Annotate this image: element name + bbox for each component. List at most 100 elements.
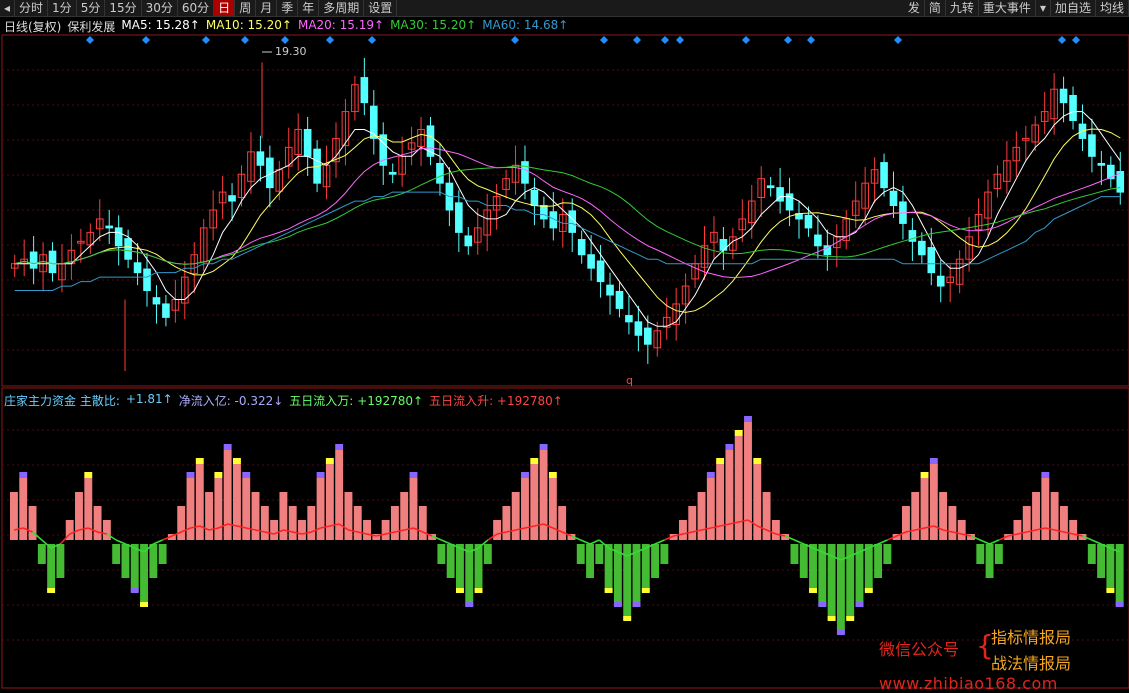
candle-body-33: [322, 164, 331, 188]
tab-period-0[interactable]: 分时: [15, 0, 49, 16]
flow-bar-51: [483, 544, 492, 564]
flow-bar-13: [130, 544, 139, 592]
candle-body-115: [1097, 162, 1106, 166]
flow-bar-110: [1032, 492, 1040, 540]
flow-bar-cap-91: [855, 602, 864, 607]
flow-line-seg-13: [125, 543, 136, 549]
flow-line-seg-18: [171, 531, 182, 537]
signal-diamond-2: [202, 36, 210, 44]
candle-body-48: [464, 235, 473, 247]
flow-bar-57: [539, 450, 548, 540]
flow-bar-cap-86: [809, 588, 817, 593]
flow-line-seg-50: [468, 547, 479, 553]
watermark-line2: 战法情报局: [991, 654, 1072, 673]
candle-body-25: [247, 151, 255, 182]
toolbar-right-button-6[interactable]: 均线: [1096, 0, 1129, 16]
toolbar-right-button-2[interactable]: 九转: [946, 0, 979, 16]
tab-period-4[interactable]: 30分: [142, 0, 178, 16]
flow-bar-56: [530, 464, 539, 540]
tab-period-12[interactable]: 设置: [364, 0, 398, 16]
tab-period-5[interactable]: 60分: [178, 0, 215, 16]
candle-body-15: [152, 297, 161, 305]
flow-bar-48: [456, 544, 464, 592]
flow-bar-cap-65: [613, 602, 622, 607]
flow-bar-cap-8: [84, 472, 93, 478]
candle-body-1: [20, 258, 28, 265]
flow-bar-50: [474, 544, 483, 592]
tab-period-2[interactable]: 5分: [77, 0, 106, 16]
flow-line-seg-49: [459, 547, 470, 553]
flow-bar-105: [985, 544, 994, 578]
flow-bar-22: [214, 478, 223, 540]
flow-bar-108: [1013, 520, 1022, 540]
candle-body-43: [417, 128, 425, 147]
toolbar-right-button-5[interactable]: 加自选: [1051, 0, 1096, 16]
flow-bar-cap-19: [186, 472, 195, 478]
tab-period-11[interactable]: 多周期: [319, 0, 365, 16]
candle-body-71: [681, 285, 690, 305]
toolbar-right-button-4[interactable]: ▾: [1036, 0, 1051, 16]
ma5-line: [14, 111, 1121, 327]
flow-line-seg-53: [496, 531, 507, 535]
period-tabs: 分时 1分 5分 15分 30分 60分日周月季年多周期 设置: [15, 0, 398, 16]
candle-body-61: [587, 254, 595, 269]
toolbar-right-button-3[interactable]: 重大事件: [979, 0, 1036, 16]
flow-line-seg-32: [301, 531, 312, 535]
tab-period-10[interactable]: 年: [298, 0, 320, 16]
toolbar-right-button-1[interactable]: 简: [925, 0, 946, 16]
flow-line-seg-20: [190, 525, 200, 529]
candle-body-10: [105, 225, 114, 229]
flow-bar-cap-98: [920, 472, 929, 478]
flow-bar-cap-34: [325, 458, 334, 464]
ratio-value: +1.81↑: [125, 392, 173, 406]
flow-bar-cap-75: [706, 472, 715, 478]
flow-line-seg-54: [506, 529, 516, 533]
toolbar-right-button-0[interactable]: 发: [904, 0, 925, 16]
flow-bar-79: [744, 422, 752, 540]
signal-diamond-17: [1072, 36, 1080, 44]
flow-line-seg-65: [608, 547, 619, 553]
flow-bar-99: [929, 464, 938, 540]
candle-body-74: [710, 231, 718, 243]
ma5-value: MA5: 15.28↑: [121, 18, 200, 32]
tab-period-6[interactable]: 日: [214, 0, 236, 16]
flow-line-seg-7: [69, 529, 80, 535]
candle-body-36: [351, 84, 359, 113]
flow-bar-61: [576, 544, 585, 564]
flow-line-seg-17: [162, 535, 173, 541]
flow-line-seg-82: [766, 529, 777, 535]
flow-bar-36: [344, 492, 353, 540]
tab-period-7[interactable]: 周: [235, 0, 257, 16]
flow-line-seg-28: [264, 531, 275, 535]
flow-line-seg-95: [887, 535, 897, 541]
tab-period-8[interactable]: 月: [256, 0, 278, 16]
candle-body-64: [615, 290, 624, 309]
candle-body-57: [549, 211, 558, 229]
flow-bar-119: [1115, 544, 1124, 606]
candle-body-72: [691, 263, 699, 280]
flow-line-seg-15: [143, 543, 154, 553]
flow-bar-12: [121, 544, 130, 578]
flow-bar-67: [632, 544, 641, 606]
period-label: 日线(复权): [4, 20, 62, 34]
flow-line-seg-10: [97, 531, 108, 535]
flow-bar-84: [790, 544, 799, 564]
tab-period-3[interactable]: 15分: [105, 0, 142, 16]
candle-body-40: [388, 171, 397, 175]
back-icon[interactable]: ◂: [0, 0, 16, 16]
candle-body-107: [1021, 137, 1030, 141]
flow-bar-92: [864, 544, 873, 592]
candle-body-27: [266, 157, 274, 189]
candle-body-60: [577, 239, 586, 256]
flow-bar-cap-118: [1106, 588, 1115, 593]
flow-bar-cap-111: [1041, 472, 1050, 478]
flow-bar-9: [93, 506, 102, 540]
flow-line-seg-101: [942, 529, 953, 533]
flow-bar-103: [967, 534, 975, 540]
flow-bar-3: [37, 544, 46, 564]
five-day-up-value: 五日流入升: +192780↑: [429, 394, 563, 408]
candle-body-111: [1059, 88, 1068, 104]
tab-period-1[interactable]: 1分: [48, 0, 77, 16]
flow-line-seg-31: [292, 531, 303, 535]
tab-period-9[interactable]: 季: [277, 0, 299, 16]
